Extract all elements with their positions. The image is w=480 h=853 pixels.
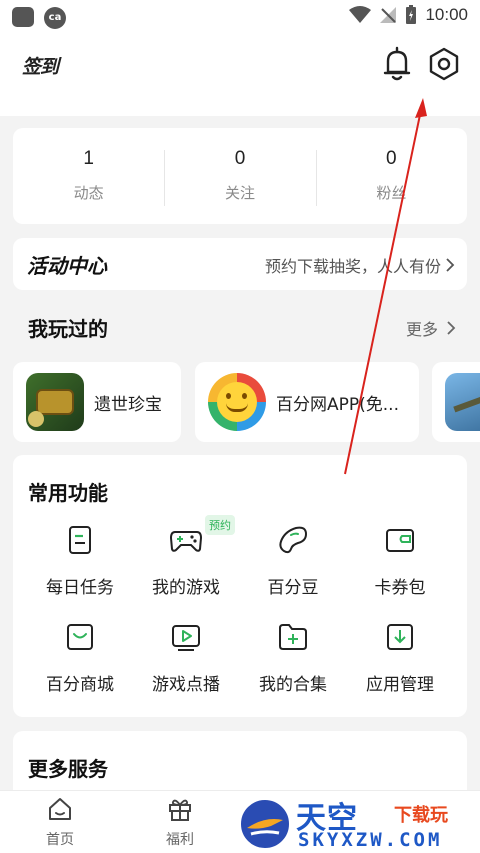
function-label: 游戏点播 (152, 675, 220, 695)
watermark-subtitle: 下载玩 (394, 805, 448, 826)
functions-title: 常用功能 (28, 481, 108, 505)
played-game-item[interactable] (432, 362, 480, 442)
gamepad-icon (169, 531, 203, 552)
activity-description: 预约下载抽奖，人人有份 (264, 257, 441, 276)
signal-icon (380, 7, 397, 23)
shop-icon (67, 624, 93, 650)
activity-description-wrap: 预约下载抽奖，人人有份 (265, 253, 455, 277)
function-beans[interactable]: 百分豆 (238, 523, 348, 598)
watermark-url: SKYXZW.COM (298, 829, 443, 851)
play-icon (172, 625, 200, 651)
played-more-link[interactable]: 更多 (406, 316, 456, 340)
gift-icon (169, 799, 191, 821)
function-daily-task[interactable]: 每日任务 (25, 523, 135, 598)
status-bar: ca 10:00 (0, 0, 480, 34)
signin-button[interactable]: 签到 (22, 52, 59, 79)
stat-following[interactable]: 0 关注 (164, 128, 315, 224)
stat-label: 关注 (224, 184, 255, 202)
game-name: 遗世珍宝 (94, 394, 162, 415)
activity-title: 活动中心 (27, 254, 107, 278)
function-label: 我的游戏 (152, 578, 220, 598)
bean-icon (279, 526, 308, 554)
tab-label: 首页 (46, 832, 74, 848)
function-label: 应用管理 (366, 675, 434, 695)
profile-stats-card: 1 动态 0 关注 0 粉丝 (13, 128, 467, 224)
home-icon (49, 798, 71, 820)
chevron-right-icon (447, 321, 456, 335)
battery-icon (406, 5, 417, 24)
watermark-emblem-icon (238, 797, 292, 851)
more-services-title: 更多服务 (28, 757, 108, 781)
chevron-right-icon (446, 258, 455, 272)
stat-value: 0 (234, 148, 246, 169)
folder-add-icon (279, 624, 307, 650)
stat-followers[interactable]: 0 粉丝 (315, 128, 467, 224)
common-functions-card: 常用功能 预约 每日任务 我的游戏 百分豆 卡券包 百分商城 游戏点播 我的合集… (13, 455, 467, 717)
function-mall[interactable]: 百分商城 (25, 620, 135, 695)
stat-label: 粉丝 (376, 184, 407, 202)
function-label: 百分豆 (267, 578, 319, 598)
stat-label: 动态 (73, 184, 104, 202)
watermark-logo: 天空 下载玩 SKYXZW.COM (232, 793, 480, 853)
tab-label: 福利 (166, 832, 194, 848)
notification-icon (12, 7, 34, 27)
wallet-icon (386, 529, 414, 552)
status-time: 10:00 (425, 5, 468, 24)
function-my-games[interactable]: 我的游戏 (131, 523, 241, 598)
tab-home[interactable]: 首页 (30, 795, 90, 849)
app-notification-icon: ca (44, 7, 66, 29)
function-app-manage[interactable]: 应用管理 (345, 620, 455, 695)
function-collections[interactable]: 我的合集 (238, 620, 348, 695)
stat-value: 0 (386, 148, 397, 169)
task-icon (69, 526, 91, 554)
wifi-icon (349, 6, 372, 23)
game-icon (26, 373, 84, 431)
stat-posts[interactable]: 1 动态 (13, 128, 164, 224)
played-section-title: 我玩过的 (28, 317, 108, 341)
game-icon (208, 373, 266, 431)
game-icon (445, 373, 480, 431)
function-coupons[interactable]: 卡券包 (345, 523, 455, 598)
top-bar: 签到 (0, 34, 480, 116)
game-name: 百分网APP(免... (276, 394, 399, 415)
activity-center-banner[interactable]: 活动中心 预约下载抽奖，人人有份 (13, 238, 467, 290)
function-label: 卡券包 (374, 578, 426, 598)
download-box-icon (387, 624, 413, 650)
function-game-vod[interactable]: 游戏点播 (131, 620, 241, 695)
function-label: 我的合集 (259, 675, 327, 695)
function-label: 每日任务 (46, 578, 114, 598)
played-game-item[interactable]: 百分网APP(免... (195, 362, 419, 442)
function-label: 百分商城 (46, 675, 114, 695)
bell-icon[interactable] (380, 46, 414, 82)
tab-welfare[interactable]: 福利 (150, 795, 210, 849)
more-label: 更多 (405, 320, 438, 339)
played-game-item[interactable]: 遗世珍宝 (13, 362, 181, 442)
stat-value: 1 (83, 148, 94, 169)
gear-icon[interactable] (426, 46, 462, 82)
